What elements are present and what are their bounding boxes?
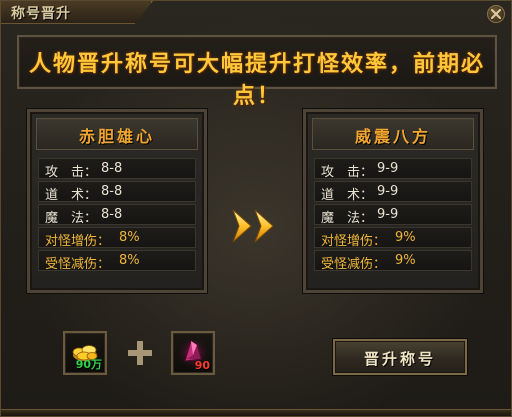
stat-value: 9% xyxy=(395,253,416,268)
stat-row-magic: 魔 法： 9-9 xyxy=(314,204,472,226)
stat-row-taoism: 道 术： 9-9 xyxy=(314,181,472,203)
title-promotion-panel: 称号晋升 人物晋升称号可大幅提升打怪效率，前期必点！ 赤胆雄心 攻 击： 8-8… xyxy=(0,0,512,417)
stat-row-taoism: 道 术： 8-8 xyxy=(38,181,196,203)
next-title-panel: 威震八方 攻 击： 9-9 道 术： 9-9 魔 法： 9-9 对怪增伤： 9%… xyxy=(303,109,483,293)
stat-value: 8-8 xyxy=(101,184,123,199)
gem-count: 90 xyxy=(194,359,210,372)
stat-row-attack: 攻 击： 8-8 xyxy=(38,158,196,180)
stat-value: 8% xyxy=(119,253,140,268)
stat-value: 8% xyxy=(119,230,140,245)
stat-label: 受怪减伤： xyxy=(321,257,387,272)
stat-label: 对怪增伤： xyxy=(321,234,387,249)
next-title-name: 威震八方 xyxy=(354,127,431,146)
stat-row-attack: 攻 击： 9-9 xyxy=(314,158,472,180)
promote-title-button[interactable]: 晋升称号 xyxy=(333,339,467,375)
bottom-frame-border xyxy=(1,409,511,416)
info-banner: 人物晋升称号可大幅提升打怪效率，前期必点！ xyxy=(17,35,497,109)
banner-text: 人物晋升称号可大幅提升打怪效率，前期必点！ xyxy=(28,51,485,109)
stat-label: 道 术： xyxy=(321,188,374,203)
plus-icon xyxy=(128,341,152,365)
stat-label: 攻 击： xyxy=(45,165,98,180)
next-title-header: 威震八方 xyxy=(312,118,474,150)
stat-row-monster-damage-bonus: 对怪增伤： 9% xyxy=(314,227,472,249)
stat-value: 9-9 xyxy=(377,207,399,222)
stat-row-magic: 魔 法： 8-8 xyxy=(38,204,196,226)
stat-label: 受怪减伤： xyxy=(45,257,111,272)
stat-row-monster-damage-reduction: 受怪减伤： 9% xyxy=(314,250,472,272)
close-button[interactable] xyxy=(487,5,505,23)
stat-value: 8-8 xyxy=(101,161,123,176)
stat-label: 道 术： xyxy=(45,188,98,203)
stat-row-monster-damage-bonus: 对怪增伤： 8% xyxy=(38,227,196,249)
stat-value: 9% xyxy=(395,230,416,245)
stat-label: 魔 法： xyxy=(321,211,374,226)
promote-button-label: 晋升称号 xyxy=(363,350,436,368)
gold-cost-slot[interactable]: 90万 xyxy=(63,331,107,375)
gem-cost-slot[interactable]: 90 xyxy=(171,331,215,375)
stat-value: 9-9 xyxy=(377,161,399,176)
window-title: 称号晋升 xyxy=(11,6,71,22)
stat-row-monster-damage-reduction: 受怪减伤： 8% xyxy=(38,250,196,272)
current-title-panel: 赤胆雄心 攻 击： 8-8 道 术： 8-8 魔 法： 8-8 对怪增伤： 8%… xyxy=(27,109,207,293)
current-title-header: 赤胆雄心 xyxy=(36,118,198,150)
gold-count: 90万 xyxy=(75,358,102,371)
close-icon xyxy=(491,9,501,19)
double-arrow-icon xyxy=(232,209,274,243)
stat-label: 攻 击： xyxy=(321,165,374,180)
stat-label: 对怪增伤： xyxy=(45,234,111,249)
current-title-name: 赤胆雄心 xyxy=(78,127,155,146)
stat-label: 魔 法： xyxy=(45,211,98,226)
stat-value: 9-9 xyxy=(377,184,399,199)
stat-value: 8-8 xyxy=(101,207,123,222)
